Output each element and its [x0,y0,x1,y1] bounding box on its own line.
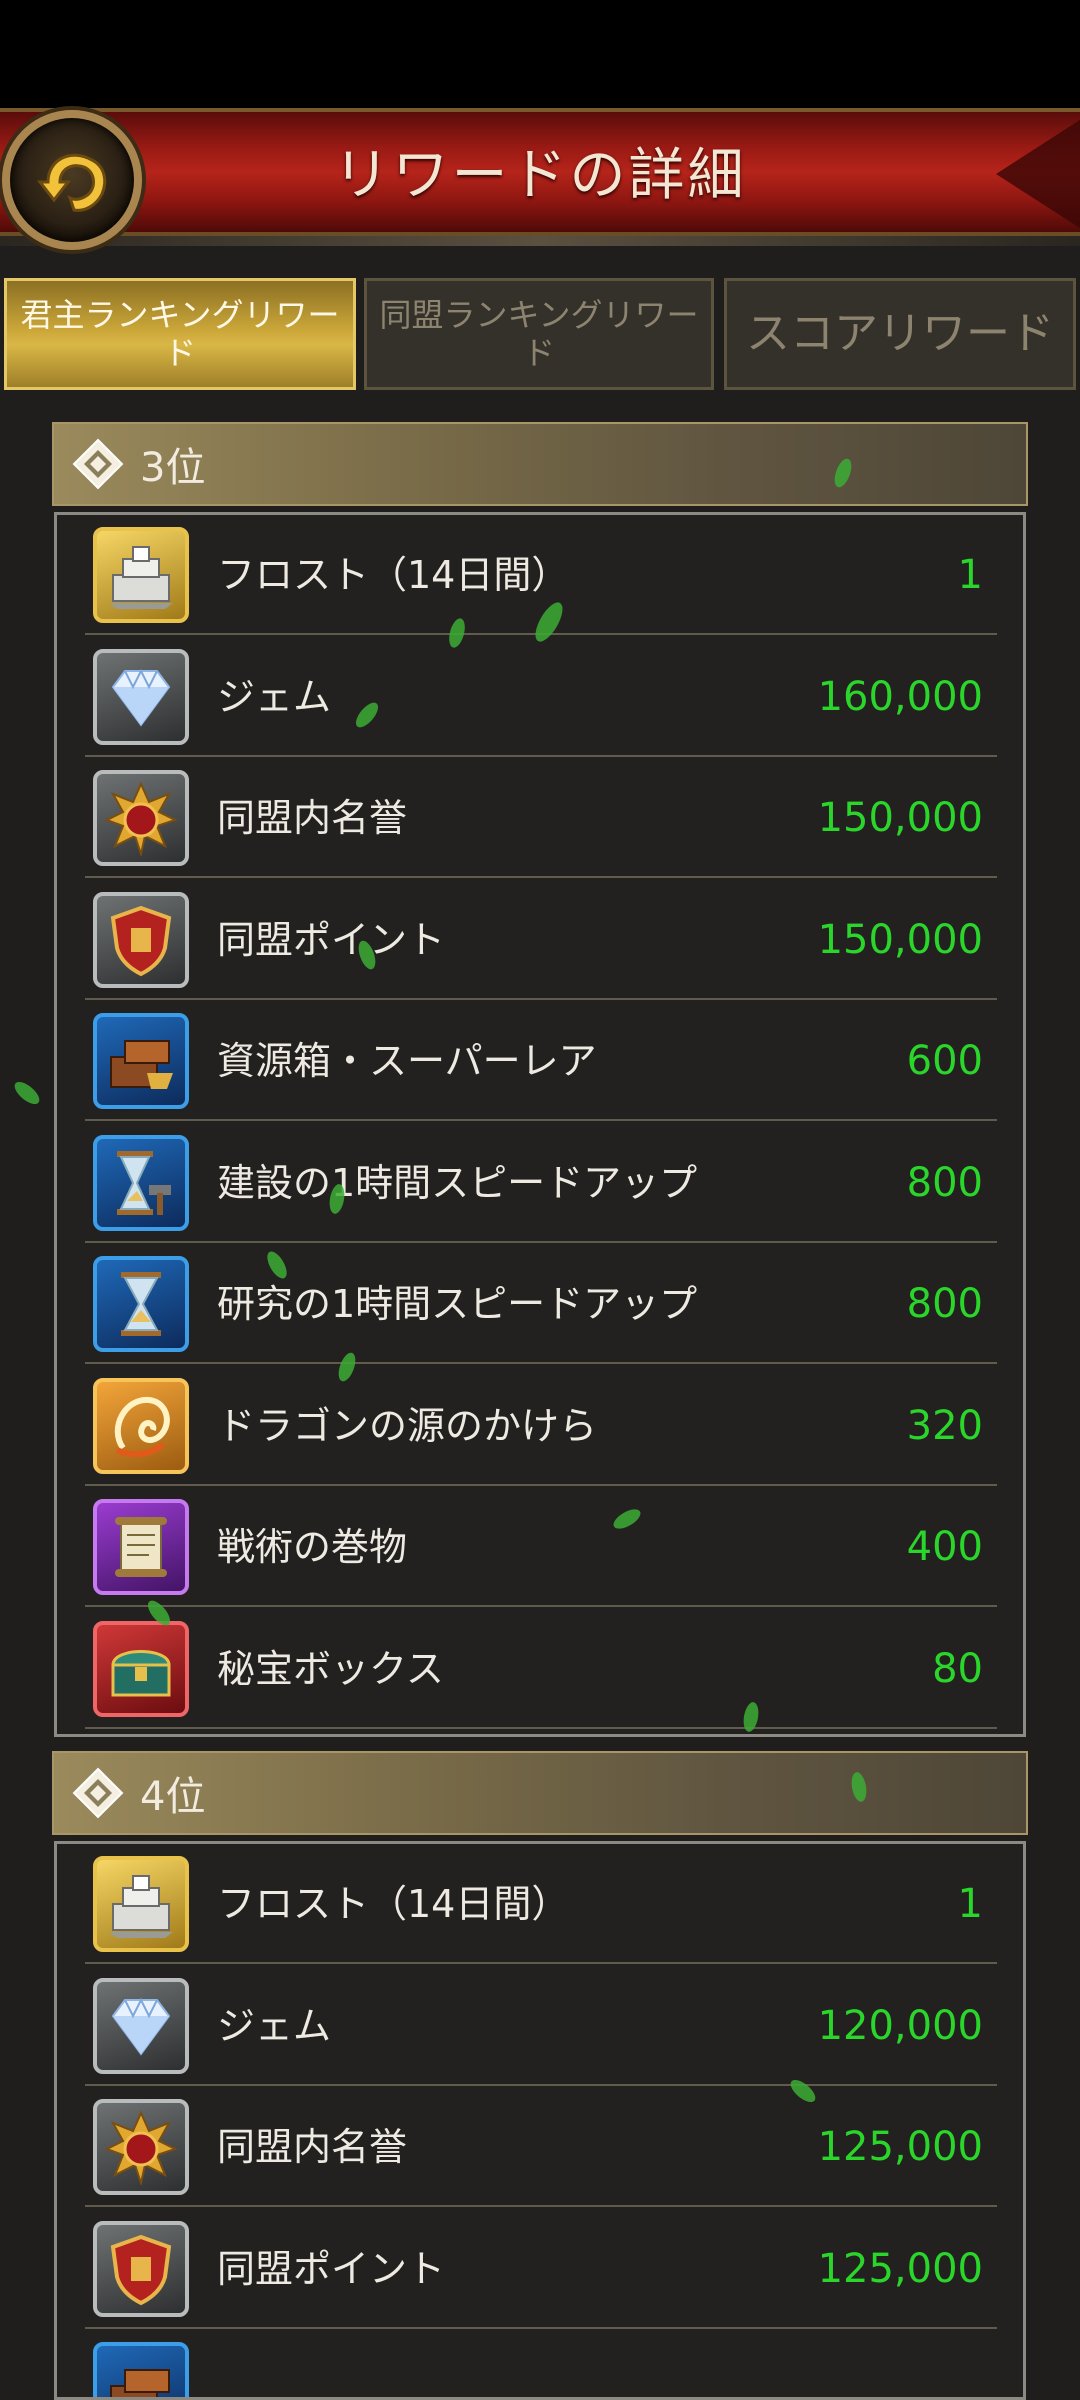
reward-amount: 160,000 [817,673,983,720]
scroll-icon[interactable] [93,1499,189,1595]
reward-row[interactable]: ジェム 160,000 [85,637,997,757]
tab-alliance-ranking[interactable]: 同盟ランキングリワード [364,278,714,390]
reward-amount: 320 [906,1402,983,1449]
honor-medal-icon[interactable] [93,2099,189,2195]
reward-amount: 400 [906,1524,983,1570]
reward-row[interactable]: 秘宝ボックス 80 [85,1609,997,1729]
reward-amount: 600 [906,1038,983,1084]
reward-amount: 125,000 [817,2124,983,2170]
fortress-icon[interactable] [93,527,189,623]
honor-medal-icon[interactable] [93,770,189,866]
rank-header: 3位 [52,422,1028,506]
reward-name: 同盟ポイント [217,2246,446,2291]
back-arrow-icon [36,153,107,212]
tab-bar: 君主ランキングリワード 同盟ランキングリワード スコアリワード [0,278,1080,392]
rank-label: 3位 [140,445,206,491]
reward-amount: 1 [957,1881,983,1927]
reward-box: フロスト（14日間） 1 ジェム 160,000 同盟内名誉 150,000 同盟ポイント 1… [54,512,1026,1737]
reward-name: 研究の1時間スピードアップ [217,1282,698,1326]
reward-row[interactable]: 同盟内名誉 150,000 [85,758,997,878]
status-bar [0,0,1080,108]
treasure-chest-icon[interactable] [93,1620,189,1717]
reward-name: ジェム [217,674,332,719]
dragon-shard-icon[interactable] [93,1377,189,1474]
reward-name: フロスト（14日間） [217,553,570,597]
reward-name: フロスト（14日間） [217,1882,570,1926]
back-button[interactable] [2,110,142,250]
reward-name: 同盟内名誉 [217,2125,408,2169]
reward-row[interactable]: 資源箱・スーパーレア 600 [85,1001,997,1121]
rank-header: 4位 [52,1751,1028,1835]
resource-box-icon[interactable] [93,1013,189,1109]
reward-amount: 800 [906,1159,983,1206]
alliance-shield-icon[interactable] [93,891,189,988]
reward-row[interactable]: 同盟内名誉 125,000 [85,2087,997,2207]
fortress-icon[interactable] [93,1856,189,1952]
reward-row[interactable]: 同盟ポイント 150,000 [85,880,997,1000]
reward-amount: 125,000 [817,2245,983,2292]
title-bar: リワードの詳細 [0,108,1080,246]
alliance-shield-icon[interactable] [93,2220,189,2317]
reward-row[interactable]: 戦術の巻物 400 [85,1487,997,1607]
reward-name: 建設の1時間スピードアップ [217,1160,698,1205]
reward-amount: 150,000 [817,916,983,963]
reward-row[interactable]: 研究の1時間スピードアップ 800 [85,1244,997,1364]
reward-box: フロスト（14日間） 1 ジェム 120,000 同盟内名誉 125,000 同盟ポイント 1… [54,1841,1026,2400]
reward-amount: 80 [932,1645,983,1692]
hourglass-icon[interactable] [93,1256,189,1352]
reward-amount: 120,000 [817,2002,983,2049]
reward-name: 戦術の巻物 [217,1525,408,1569]
resource-box-icon[interactable] [93,2342,189,2397]
header-ornament [996,116,1080,232]
reward-row[interactable]: ジェム 120,000 [85,1966,997,2086]
reward-name: ジェム [217,2003,332,2048]
reward-amount: 1 [957,552,983,598]
reward-amount: 150,000 [817,795,983,841]
gem-icon[interactable] [93,1977,189,2074]
rank-label: 4位 [140,1774,206,1820]
reward-row[interactable]: 同盟ポイント 125,000 [85,2209,997,2329]
reward-name: 同盟内名誉 [217,796,408,840]
reward-name: 資源箱・スーパーレア [217,1039,597,1083]
reward-row[interactable]: フロスト（14日間） 1 [85,1844,997,1964]
reward-row[interactable]: 建設の1時間スピードアップ 800 [85,1123,997,1243]
gem-icon[interactable] [93,648,189,745]
page-title: リワードの詳細 [333,143,747,208]
reward-row[interactable] [85,2330,997,2397]
reward-name: ドラゴンの源のかけら [217,1403,598,1448]
tab-lord-ranking[interactable]: 君主ランキングリワード [4,278,356,390]
diamond-icon [72,1767,124,1819]
diamond-icon [72,438,124,490]
reward-row[interactable]: ドラゴンの源のかけら 320 [85,1366,997,1486]
hourglass-hammer-icon[interactable] [93,1134,189,1231]
reward-name: 同盟ポイント [217,917,446,962]
reward-name: 秘宝ボックス [217,1646,444,1691]
tab-score[interactable]: スコアリワード [724,278,1076,390]
reward-amount: 800 [906,1281,983,1327]
